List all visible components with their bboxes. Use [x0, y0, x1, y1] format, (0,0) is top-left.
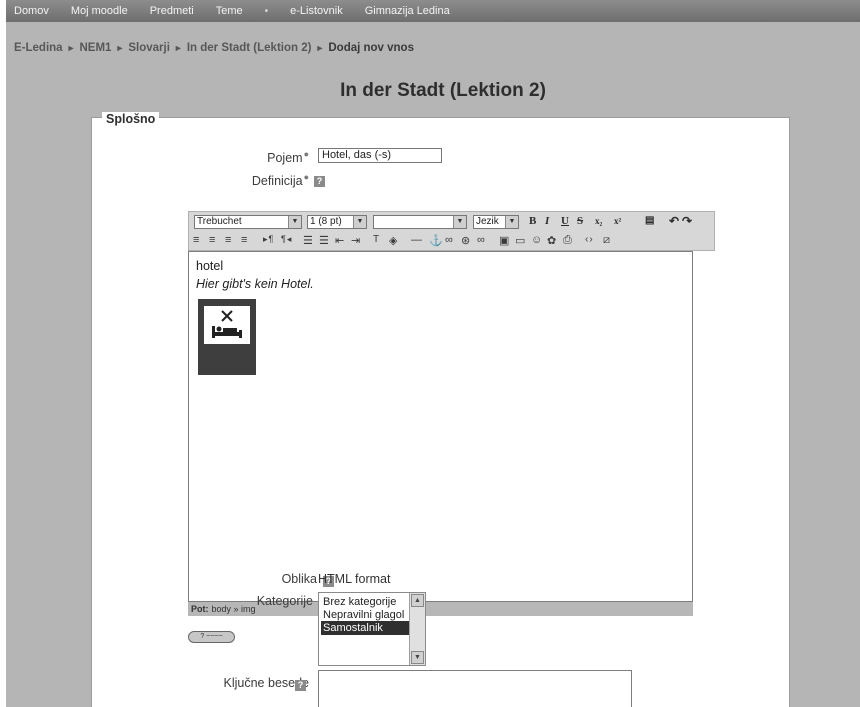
- fullscreen-icon[interactable]: ⧄: [603, 234, 611, 247]
- help-icon[interactable]: ?: [295, 680, 306, 691]
- definicija-label-text: Definicija: [251, 174, 303, 189]
- special-char-icon[interactable]: ✿: [547, 234, 557, 247]
- nav-item-gimnazija-ledina[interactable]: Gimnazija Ledina: [365, 5, 450, 17]
- italic-icon[interactable]: I: [545, 215, 549, 227]
- pojem-input[interactable]: Hotel, das (-s): [318, 148, 442, 163]
- breadcrumb-separator: ►: [173, 43, 183, 53]
- language-select-value: Jezik: [476, 216, 499, 227]
- size-select-value: 1 (8 pt): [310, 216, 342, 227]
- nav-item-predmeti[interactable]: Predmeti: [150, 5, 194, 17]
- size-select[interactable]: 1 (8 pt) ▼: [307, 215, 367, 229]
- unlink-icon[interactable]: ⊛: [461, 234, 471, 247]
- markup-help-button[interactable]: ? ~~~~: [188, 631, 235, 643]
- link-icon[interactable]: ∞: [445, 234, 454, 246]
- pojem-label: Pojem●: [267, 149, 309, 165]
- path-label: Pot:: [191, 604, 209, 614]
- definicija-label: Definicija●: [252, 172, 309, 188]
- path-value: body » img: [211, 604, 256, 614]
- insert-table-icon[interactable]: ▭: [515, 234, 526, 247]
- rtl-icon[interactable]: ¶◂: [281, 234, 292, 245]
- style-select[interactable]: ▼: [373, 215, 467, 229]
- editor-toolbar: Trebuchet ▼ 1 (8 pt) ▼ ▼ Jezik ▼ B I U S x₂…: [188, 211, 715, 251]
- underline-icon[interactable]: U: [561, 215, 569, 227]
- search-replace-icon[interactable]: ⎙: [563, 234, 573, 247]
- oblika-value: HTML format: [318, 572, 391, 586]
- editor-text-line: Hier gibt's kein Hotel.: [196, 277, 314, 291]
- font-select-value: Trebuchet: [197, 216, 242, 227]
- html-source-icon[interactable]: ‹›: [585, 234, 594, 245]
- align-center-icon[interactable]: ≡: [209, 234, 216, 246]
- align-right-icon[interactable]: ≡: [225, 234, 232, 246]
- breadcrumb-current: Dodaj nov vnos: [328, 42, 414, 54]
- chevron-down-icon: ▼: [505, 216, 518, 228]
- scroll-down-icon[interactable]: ▼: [411, 651, 424, 664]
- redo-icon[interactable]: ↷: [682, 214, 692, 229]
- horizontal-rule-icon[interactable]: —: [411, 234, 423, 246]
- background-color-icon[interactable]: ◈: [389, 234, 398, 247]
- hotel-sign-face: [204, 306, 250, 344]
- chevron-down-icon: ▼: [453, 216, 466, 228]
- breadcrumb-separator: ►: [115, 43, 125, 53]
- nav-item-moj-moodle[interactable]: Moj moodle: [71, 5, 128, 17]
- undo-icon[interactable]: ↶: [669, 214, 679, 229]
- breadcrumb-item-nem1[interactable]: NEM1: [79, 42, 111, 54]
- editor-text-line: hotel: [196, 259, 224, 273]
- kategorije-option[interactable]: Brez kategorije: [321, 595, 412, 609]
- breadcrumb-separator: ►: [315, 43, 325, 53]
- listbox-scrollbar[interactable]: ▲ ▼: [409, 593, 425, 665]
- nav-item-domov[interactable]: Domov: [14, 5, 49, 17]
- kljucne-besede-textarea[interactable]: [318, 670, 632, 707]
- justify-icon[interactable]: ≡: [241, 234, 248, 246]
- nav-item-teme[interactable]: Teme: [216, 5, 243, 17]
- nolink-icon[interactable]: ∞: [477, 234, 486, 246]
- hotel-sign-image[interactable]: [198, 299, 256, 375]
- pojem-label-text: Pojem: [267, 151, 303, 166]
- help-icon[interactable]: ?: [314, 176, 325, 187]
- ordered-list-icon[interactable]: ☰: [303, 234, 314, 247]
- kategorije-option[interactable]: Nepravilni glagol: [321, 608, 412, 622]
- chevron-down-icon: ▼: [353, 216, 366, 228]
- breadcrumb: E-Ledina ► NEM1 ► Slovarji ► In der Stadt (Lek…: [14, 42, 414, 54]
- top-navigation-bar: Domov Moj moodle Predmeti Teme • e-Listo…: [6, 0, 860, 22]
- browser-page: Domov Moj moodle Predmeti Teme • e-Listo…: [6, 0, 860, 707]
- kategorije-listbox[interactable]: Brez kategorije Nepravilni glagol Samost…: [318, 592, 426, 666]
- required-icon: ●: [303, 172, 309, 182]
- breadcrumb-item-e-ledina[interactable]: E-Ledina: [14, 42, 63, 54]
- page-title: In der Stadt (Lektion 2): [340, 80, 546, 101]
- ltr-icon[interactable]: ▸¶: [263, 234, 274, 245]
- clean-word-icon[interactable]: ▤: [645, 215, 654, 226]
- nav-item-e-listovnik[interactable]: e-Listovnik: [290, 5, 343, 17]
- kategorije-option-selected[interactable]: Samostalnik: [321, 621, 412, 635]
- form-fieldset: Splošno Pojem● Hotel, das (-s) Definicij…: [91, 112, 790, 707]
- text-color-icon[interactable]: T: [373, 234, 380, 245]
- smiley-icon[interactable]: ☺: [531, 234, 543, 246]
- anchor-icon[interactable]: ⚓: [429, 234, 444, 247]
- breadcrumb-separator: ►: [66, 43, 76, 53]
- font-select[interactable]: Trebuchet ▼: [194, 215, 302, 229]
- bold-icon[interactable]: B: [529, 215, 536, 227]
- oblika-label: Oblika: [281, 572, 317, 586]
- scroll-up-icon[interactable]: ▲: [411, 594, 424, 607]
- kategorije-label: Kategorije: [256, 594, 313, 608]
- strikethrough-icon[interactable]: S: [577, 215, 583, 227]
- required-icon: ●: [303, 149, 309, 159]
- language-select[interactable]: Jezik ▼: [473, 215, 519, 229]
- align-left-icon[interactable]: ≡: [193, 234, 200, 246]
- insert-image-icon[interactable]: ▣: [499, 234, 510, 247]
- fieldset-legend: Splošno: [102, 112, 160, 126]
- breadcrumb-item-glossary[interactable]: In der Stadt (Lektion 2): [187, 42, 312, 54]
- superscript-icon[interactable]: x²: [614, 216, 621, 226]
- chevron-down-icon: ▼: [288, 216, 301, 228]
- nav-separator-dot: •: [264, 5, 269, 17]
- unordered-list-icon[interactable]: ☰: [319, 234, 330, 247]
- breadcrumb-item-slovarji[interactable]: Slovarji: [128, 42, 170, 54]
- subscript-icon[interactable]: x₂: [595, 216, 602, 226]
- bed-icon: [212, 310, 242, 338]
- indent-icon[interactable]: ⇥: [351, 234, 361, 247]
- html-editor: Trebuchet ▼ 1 (8 pt) ▼ ▼ Jezik ▼ B I U S x₂…: [188, 211, 715, 624]
- outdent-icon[interactable]: ⇤: [335, 234, 345, 247]
- editor-content-area[interactable]: hotel Hier gibt's kein Hotel.: [188, 251, 693, 602]
